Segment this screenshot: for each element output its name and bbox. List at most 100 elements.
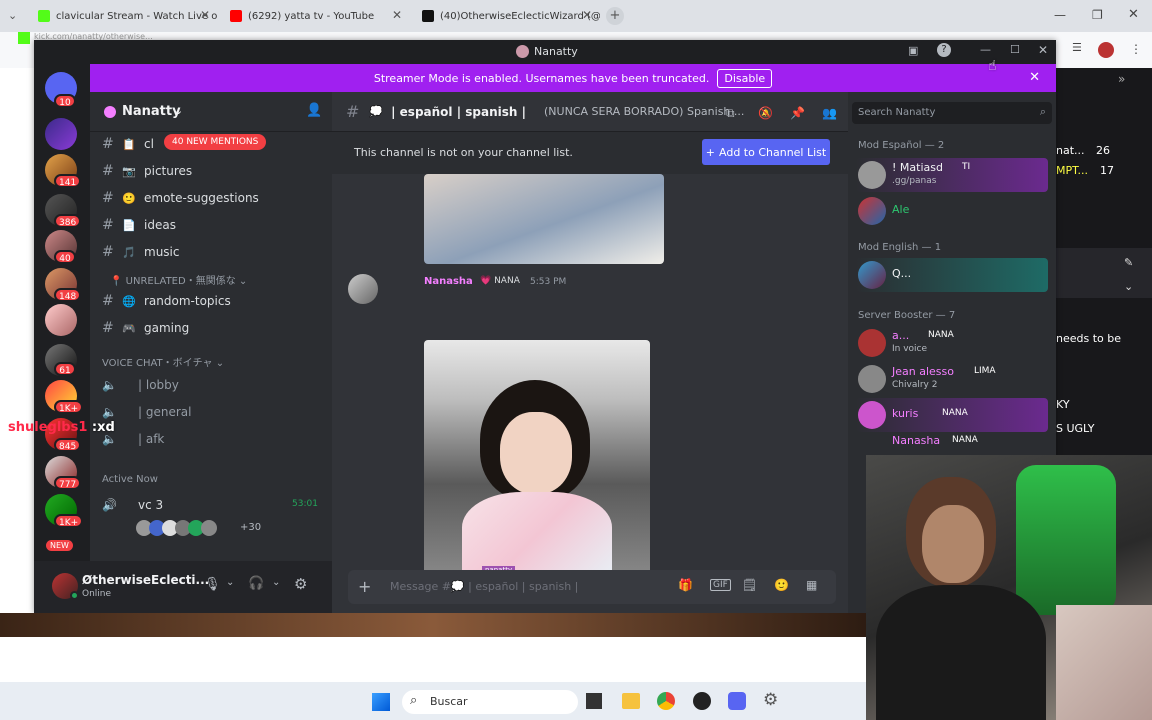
add-to-channel-list-button[interactable]: + Add to Channel List: [702, 139, 830, 165]
category-label: VOICE CHAT・ボイチャ: [102, 358, 213, 369]
windows-taskbar: ⌕ Buscar ⚙: [0, 682, 866, 720]
close-tab-icon[interactable]: ✕: [392, 8, 402, 22]
add-button-label: Add to Channel List: [719, 145, 827, 159]
channel-topic[interactable]: (NUNCA SERA BORRADO) Spanish ...: [544, 105, 744, 118]
window-minimize-icon[interactable]: —: [980, 43, 991, 56]
add-attachment-icon[interactable]: +: [358, 577, 371, 596]
voice-channel-general[interactable]: 🔈 | general: [102, 401, 191, 423]
member-item[interactable]: kuris NANA: [856, 398, 1048, 432]
member-tag: NANA: [928, 330, 954, 340]
server-icon[interactable]: [45, 304, 77, 336]
inbox-icon[interactable]: ▣: [908, 44, 918, 57]
pinned-messages-icon[interactable]: 📌: [790, 106, 805, 120]
windows-start-icon[interactable]: [372, 693, 390, 711]
member-item[interactable]: Jean alesso LIMA Chivalry 2: [856, 362, 1048, 396]
browser-tab-kick[interactable]: clavicular Stream - Watch Live o ✕: [30, 4, 218, 28]
member-item[interactable]: a... NANA In voice: [856, 326, 1048, 360]
profile-avatar[interactable]: [1098, 42, 1114, 58]
message-author[interactable]: Nanasha: [424, 276, 473, 287]
obs-icon[interactable]: [693, 692, 711, 710]
browser-restore-icon[interactable]: ❐: [1092, 8, 1103, 22]
message-avatar[interactable]: [348, 274, 378, 304]
chevron-down-icon: ⌄: [174, 104, 184, 117]
browser-tab-tiktok[interactable]: (40)OtherwiseEclecticWizard (@ ✕: [414, 4, 600, 28]
kick-home-icon[interactable]: [18, 32, 30, 44]
disable-streamer-mode-button[interactable]: Disable: [717, 68, 773, 88]
previous-image-attachment[interactable]: [424, 174, 664, 264]
youtube-favicon-icon: [230, 10, 242, 22]
discord-taskbar-icon[interactable]: [728, 692, 746, 710]
channel-name: pictures: [144, 164, 193, 178]
notification-bell-icon[interactable]: 🔕: [758, 106, 773, 120]
member-name: Q...: [892, 267, 912, 280]
collapse-arrow-icon[interactable]: »: [1118, 72, 1125, 86]
webcam-bed: [1056, 605, 1152, 720]
channel-random-topics[interactable]: # 🌐 random-topics: [102, 289, 324, 313]
member-activity: Chivalry 2: [892, 380, 938, 390]
emoji-icon[interactable]: 🙂: [774, 578, 789, 592]
username[interactable]: ØtherwiseEclecti...: [82, 573, 209, 587]
member-list-icon[interactable]: 👥: [822, 106, 837, 120]
browser-minimize-icon[interactable]: —: [1054, 8, 1066, 22]
voice-channel-lobby[interactable]: 🔈 | lobby: [102, 374, 179, 396]
new-mentions-pill[interactable]: 40 NEW MENTIONS: [164, 134, 267, 150]
new-tab-button[interactable]: +: [606, 7, 624, 25]
message-input[interactable]: Message #💭 | español | spanish |: [390, 580, 578, 593]
task-view-icon[interactable]: [586, 693, 602, 709]
new-badge: NEW: [46, 540, 73, 551]
bg-text: KY: [1056, 398, 1070, 411]
server-header[interactable]: Nanatty ⌄ 👤: [90, 92, 332, 132]
member-item[interactable]: Ale: [856, 194, 1048, 228]
browser-tab-strip: ⌄ clavicular Stream - Watch Live o ✕ (62…: [0, 0, 1152, 32]
channel-pictures[interactable]: # 📷 pictures: [102, 159, 324, 183]
gift-icon[interactable]: 🎁: [678, 578, 693, 592]
window-maximize-icon[interactable]: ☐: [1010, 43, 1020, 56]
headphones-icon[interactable]: 🎧: [248, 576, 264, 591]
chrome-icon[interactable]: [657, 692, 675, 710]
settings-gear-icon[interactable]: ⚙: [763, 690, 778, 710]
chevron-down-icon[interactable]: ⌄: [1124, 280, 1133, 293]
chevron-down-icon[interactable]: ⌄: [272, 577, 280, 588]
channel-name: cl: [144, 137, 154, 151]
help-icon[interactable]: ?: [937, 43, 951, 57]
close-tab-icon[interactable]: ✕: [200, 8, 210, 22]
file-explorer-icon[interactable]: [622, 693, 640, 709]
image-attachment[interactable]: nanatty: [424, 340, 650, 580]
category-voice-chat[interactable]: VOICE CHAT・ボイチャ ⌄: [102, 354, 224, 369]
active-voice-timer: 53:01: [292, 499, 318, 509]
channel-music[interactable]: # 🎵 music: [102, 240, 324, 264]
settings-gear-icon[interactable]: ⚙: [294, 575, 307, 593]
channel-ideas[interactable]: # 📄 ideas: [102, 213, 324, 237]
browser-close-icon[interactable]: ✕: [1128, 7, 1139, 22]
window-close-icon[interactable]: ✕: [1038, 43, 1048, 57]
mention-badge: 10: [54, 94, 76, 108]
member-item[interactable]: Nanasha NANA: [856, 432, 1048, 452]
pen-icon[interactable]: ✎: [1124, 256, 1133, 269]
sticker-icon[interactable]: 🗒: [742, 578, 757, 592]
close-banner-icon[interactable]: ✕: [1029, 70, 1040, 85]
avatar: [858, 261, 886, 289]
member-item[interactable]: ! Matiasd TI .gg/panas: [856, 158, 1048, 192]
browser-tab-youtube[interactable]: (6292) yatta tv - YouTube ✕: [222, 4, 410, 28]
sidebar-toggle-icon[interactable]: ☰: [1072, 41, 1082, 54]
close-tab-icon[interactable]: ✕: [582, 8, 592, 22]
chevron-down-icon[interactable]: ⌄: [226, 577, 234, 588]
apps-icon[interactable]: ▦: [806, 578, 817, 592]
member-name: Ale: [892, 203, 910, 216]
category-unrelated[interactable]: 📍 UNRELATED・無関係な ⌄: [110, 272, 247, 287]
search-input[interactable]: Search Nanatty ⌕: [852, 102, 1052, 124]
streamer-mode-message: Streamer Mode is enabled. Usernames have…: [373, 71, 710, 85]
server-icon[interactable]: [45, 118, 77, 150]
gif-icon[interactable]: GIF: [710, 579, 731, 591]
member-item[interactable]: Q...: [856, 258, 1048, 292]
microphone-icon[interactable]: 🎙: [204, 577, 221, 592]
invite-people-icon[interactable]: 👤: [306, 103, 322, 118]
chat-area: # 💭 | español | spanish | (NUNCA SERA BO…: [332, 92, 848, 613]
taskbar-search[interactable]: ⌕ Buscar: [402, 690, 578, 714]
tab-search-icon[interactable]: ⌄: [8, 9, 17, 22]
channel-gaming[interactable]: # 🎮 gaming: [102, 316, 324, 340]
active-voice-channel[interactable]: 🔊 vc 3: [102, 494, 163, 516]
threads-icon[interactable]: ⧉: [726, 106, 735, 121]
channel-emote-suggestions[interactable]: # 🙂 emote-suggestions: [102, 186, 324, 210]
menu-dots-icon[interactable]: ⋮: [1130, 42, 1142, 56]
